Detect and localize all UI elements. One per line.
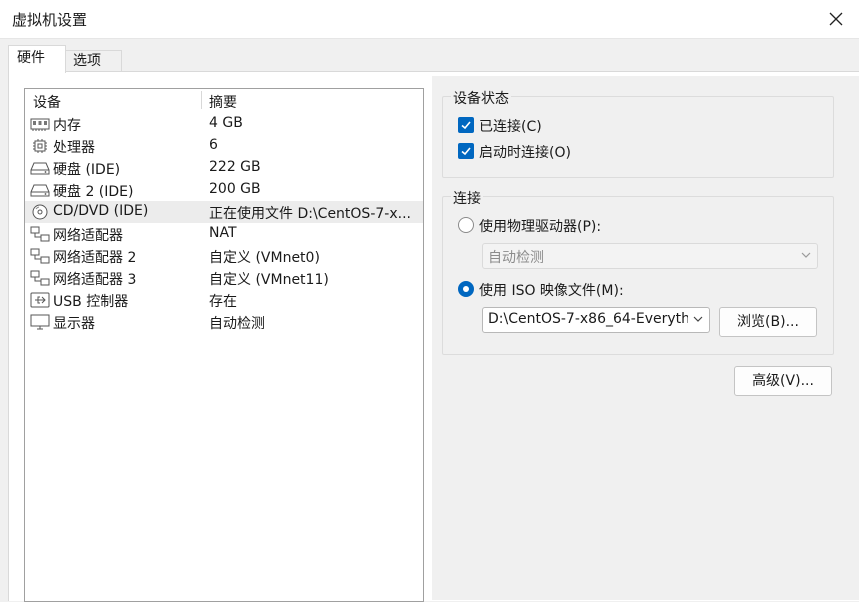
connection-title: 连接 — [451, 188, 483, 208]
physical-drive-label[interactable]: 使用物理驱动器(P): — [479, 216, 601, 236]
device-summary: 正在使用文件 D:\CentOS-7-x... — [209, 206, 411, 222]
device-row-display[interactable]: 显示器 自动检测 — [25, 311, 423, 333]
connected-checkbox[interactable] — [458, 117, 474, 133]
device-row-memory[interactable]: 内存 4 GB — [25, 113, 423, 135]
iso-path-select[interactable]: D:\CentOS-7-x86_64-Everythin — [482, 307, 710, 333]
device-row-network-adapter-3[interactable]: 网络适配器 3 自定义 (VMnet11) — [25, 267, 423, 289]
connect-at-power-on-label[interactable]: 启动时连接(O) — [479, 142, 571, 162]
device-summary: 存在 — [209, 294, 237, 310]
device-row-hard-disk-2[interactable]: 硬盘 2 (IDE) 200 GB — [25, 179, 423, 201]
device-row-usb-controller[interactable]: USB 控制器 存在 — [25, 289, 423, 311]
device-summary: 200 GB — [209, 181, 261, 197]
device-name: 网络适配器 2 — [53, 250, 137, 266]
checkmark-icon — [461, 147, 471, 156]
device-name: 内存 — [53, 118, 81, 134]
browse-button[interactable]: 浏览(B)... — [719, 307, 817, 337]
device-summary: 6 — [209, 137, 218, 153]
connected-label[interactable]: 已连接(C) — [479, 116, 542, 136]
checkmark-icon — [461, 121, 471, 130]
column-divider[interactable] — [201, 91, 202, 109]
window-title: 虚拟机设置 — [12, 11, 88, 29]
device-row-network-adapter[interactable]: 网络适配器 NAT — [25, 223, 423, 245]
device-name: 显示器 — [53, 316, 95, 332]
device-summary: NAT — [209, 225, 237, 241]
device-summary: 自动检测 — [209, 316, 265, 332]
device-summary: 自定义 (VMnet11) — [209, 272, 329, 288]
device-row-cd-dvd[interactable]: CD/DVD (IDE) 正在使用文件 D:\CentOS-7-x... — [25, 201, 423, 223]
network-adapter-icon — [30, 270, 50, 286]
column-header-summary[interactable]: 摘要 — [209, 92, 237, 112]
iso-image-label[interactable]: 使用 ISO 映像文件(M): — [479, 280, 624, 300]
display-icon — [30, 314, 50, 330]
usb-controller-icon — [30, 292, 50, 308]
physical-drive-select[interactable]: 自动检测 — [482, 243, 818, 269]
device-name: 硬盘 (IDE) — [53, 162, 121, 178]
physical-drive-radio[interactable] — [458, 217, 474, 233]
hard-disk-icon — [30, 162, 50, 175]
chevron-down-icon — [693, 316, 703, 322]
physical-drive-value: 自动检测 — [488, 250, 544, 266]
network-adapter-icon — [30, 226, 50, 242]
connect-at-power-on-checkbox[interactable] — [458, 143, 474, 159]
tab-options[interactable]: 选项 — [64, 50, 122, 72]
device-status-group: 设备状态 已连接(C) 启动时连接(O) — [442, 88, 834, 178]
close-button[interactable] — [813, 0, 859, 38]
close-icon — [829, 12, 843, 26]
device-row-network-adapter-2[interactable]: 网络适配器 2 自定义 (VMnet0) — [25, 245, 423, 267]
advanced-button[interactable]: 高级(V)... — [734, 366, 832, 396]
network-adapter-icon — [30, 248, 50, 264]
device-name: 网络适配器 3 — [53, 272, 137, 288]
list-header: 设备 摘要 — [25, 89, 423, 111]
cd-dvd-icon — [32, 204, 48, 220]
connection-group: 连接 使用物理驱动器(P): 自动检测 使用 ISO 映像文件(M): D:\C… — [442, 188, 834, 355]
processor-icon — [33, 139, 47, 153]
iso-image-radio[interactable] — [458, 281, 474, 297]
device-summary: 自定义 (VMnet0) — [209, 250, 320, 266]
hard-disk-icon — [30, 184, 50, 197]
chevron-down-icon — [801, 252, 811, 258]
device-name: 处理器 — [53, 140, 95, 156]
iso-path-value: D:\CentOS-7-x86_64-Everythin — [488, 311, 688, 327]
device-list[interactable]: 设备 摘要 内存 4 GB 处理器 6 硬盘 (IDE) 222 GB 硬盘 2… — [24, 88, 424, 602]
device-name: 硬盘 2 (IDE) — [53, 184, 134, 200]
device-name: USB 控制器 — [53, 294, 129, 310]
device-name: CD/DVD (IDE) — [53, 203, 149, 219]
tab-hardware[interactable]: 硬件 — [8, 45, 66, 73]
device-row-processor[interactable]: 处理器 6 — [25, 135, 423, 157]
device-status-title: 设备状态 — [451, 88, 511, 108]
device-summary: 4 GB — [209, 115, 243, 131]
device-name: 网络适配器 — [53, 228, 123, 244]
title-bar: 虚拟机设置 — [0, 0, 859, 39]
column-header-device[interactable]: 设备 — [33, 92, 61, 112]
device-summary: 222 GB — [209, 159, 261, 175]
device-row-hard-disk[interactable]: 硬盘 (IDE) 222 GB — [25, 157, 423, 179]
memory-icon — [30, 118, 50, 131]
